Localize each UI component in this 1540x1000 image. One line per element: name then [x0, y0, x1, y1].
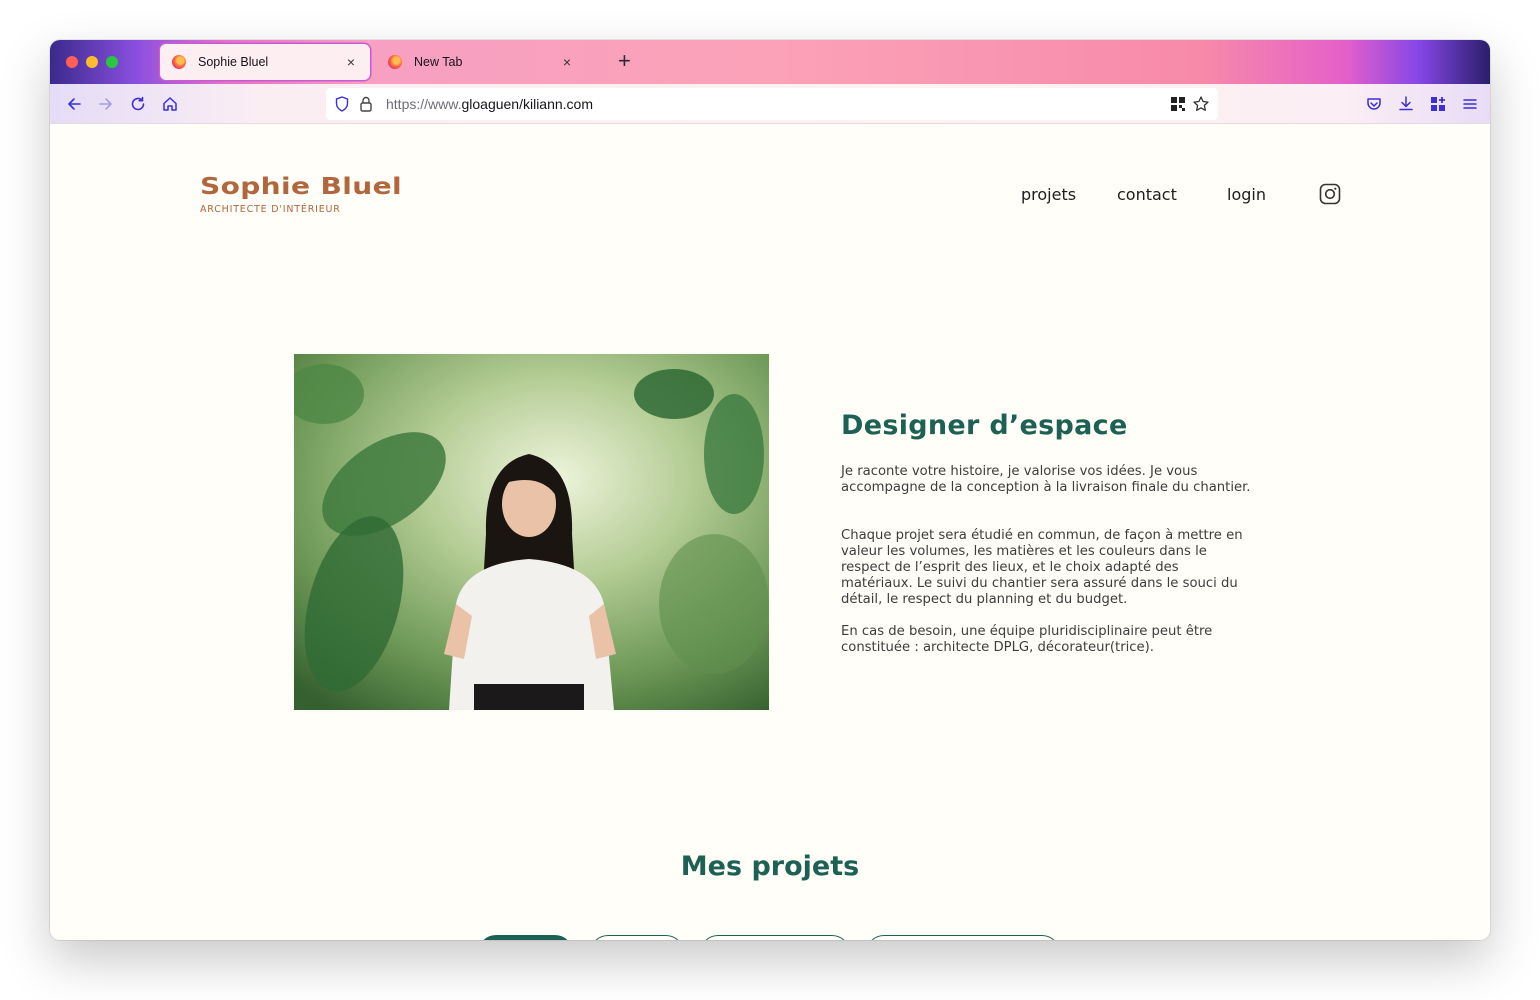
minimize-window-button[interactable]	[86, 56, 98, 68]
filter-button-1[interactable]	[478, 935, 573, 940]
qr-code-icon[interactable]	[1170, 96, 1186, 117]
back-icon[interactable]	[62, 92, 86, 116]
filter-button-2[interactable]	[590, 935, 684, 940]
hero-title: Designer d’espace	[841, 410, 1128, 441]
tab-strip: Sophie Bluel × New Tab × +	[50, 40, 1490, 84]
site-logo-title[interactable]: Sophie Bluel	[200, 174, 402, 200]
hero-paragraph-3: En cas de besoin, une équipe pluridiscip…	[841, 624, 1213, 655]
tab-new-tab[interactable]: New Tab ×	[376, 44, 586, 80]
url-text[interactable]: https://www.gloaguen/kiliann.com	[386, 96, 593, 112]
firefox-icon	[172, 55, 186, 69]
projects-section-title: Mes projets	[680, 851, 860, 882]
nav-link-projets[interactable]: projets	[1021, 185, 1076, 204]
maximize-window-button[interactable]	[106, 56, 118, 68]
lock-icon[interactable]	[358, 95, 374, 118]
url-domain: gloaguen/kiliann.com	[461, 96, 593, 112]
forward-icon[interactable]	[94, 92, 118, 116]
tab-label: Sophie Bluel	[198, 55, 269, 69]
close-tab-icon[interactable]: ×	[560, 54, 574, 70]
hero-paragraph-1: Je raconte votre histoire, je valorise v…	[841, 464, 1251, 495]
reload-icon[interactable]	[126, 92, 150, 116]
nav-link-login[interactable]: login	[1227, 185, 1266, 204]
navigation-toolbar: https://www.gloaguen/kiliann.com	[50, 84, 1490, 124]
web-page: Sophie Bluel ARCHITECTE D'INTÉRIEUR proj…	[50, 124, 1490, 940]
close-window-button[interactable]	[66, 56, 78, 68]
extensions-icon[interactable]	[1426, 92, 1450, 116]
firefox-icon	[388, 55, 402, 69]
close-tab-icon[interactable]: ×	[344, 54, 358, 70]
url-prefix: https://www.	[386, 96, 462, 112]
instagram-icon[interactable]	[1319, 183, 1341, 205]
portrait-photo	[294, 354, 769, 710]
menu-icon[interactable]	[1458, 92, 1482, 116]
url-bar[interactable]: https://www.gloaguen/kiliann.com	[326, 88, 1218, 120]
shield-icon[interactable]	[334, 95, 350, 118]
hero-paragraph-2: Chaque projet sera étudié en commun, de …	[841, 528, 1243, 607]
site-logo-subtitle: ARCHITECTE D'INTÉRIEUR	[200, 204, 341, 215]
home-icon[interactable]	[158, 92, 182, 116]
tab-sophie-bluel[interactable]: Sophie Bluel ×	[160, 44, 370, 80]
filter-button-4[interactable]	[866, 935, 1060, 940]
nav-link-contact[interactable]: contact	[1117, 185, 1177, 204]
pocket-icon[interactable]	[1362, 92, 1386, 116]
star-bookmark-icon[interactable]	[1192, 95, 1210, 118]
download-icon[interactable]	[1394, 92, 1418, 116]
browser-window: Sophie Bluel × New Tab × + https://www.g…	[50, 40, 1490, 940]
filter-button-3[interactable]	[700, 935, 850, 940]
new-tab-button[interactable]: +	[618, 50, 631, 72]
tab-label: New Tab	[414, 55, 463, 69]
